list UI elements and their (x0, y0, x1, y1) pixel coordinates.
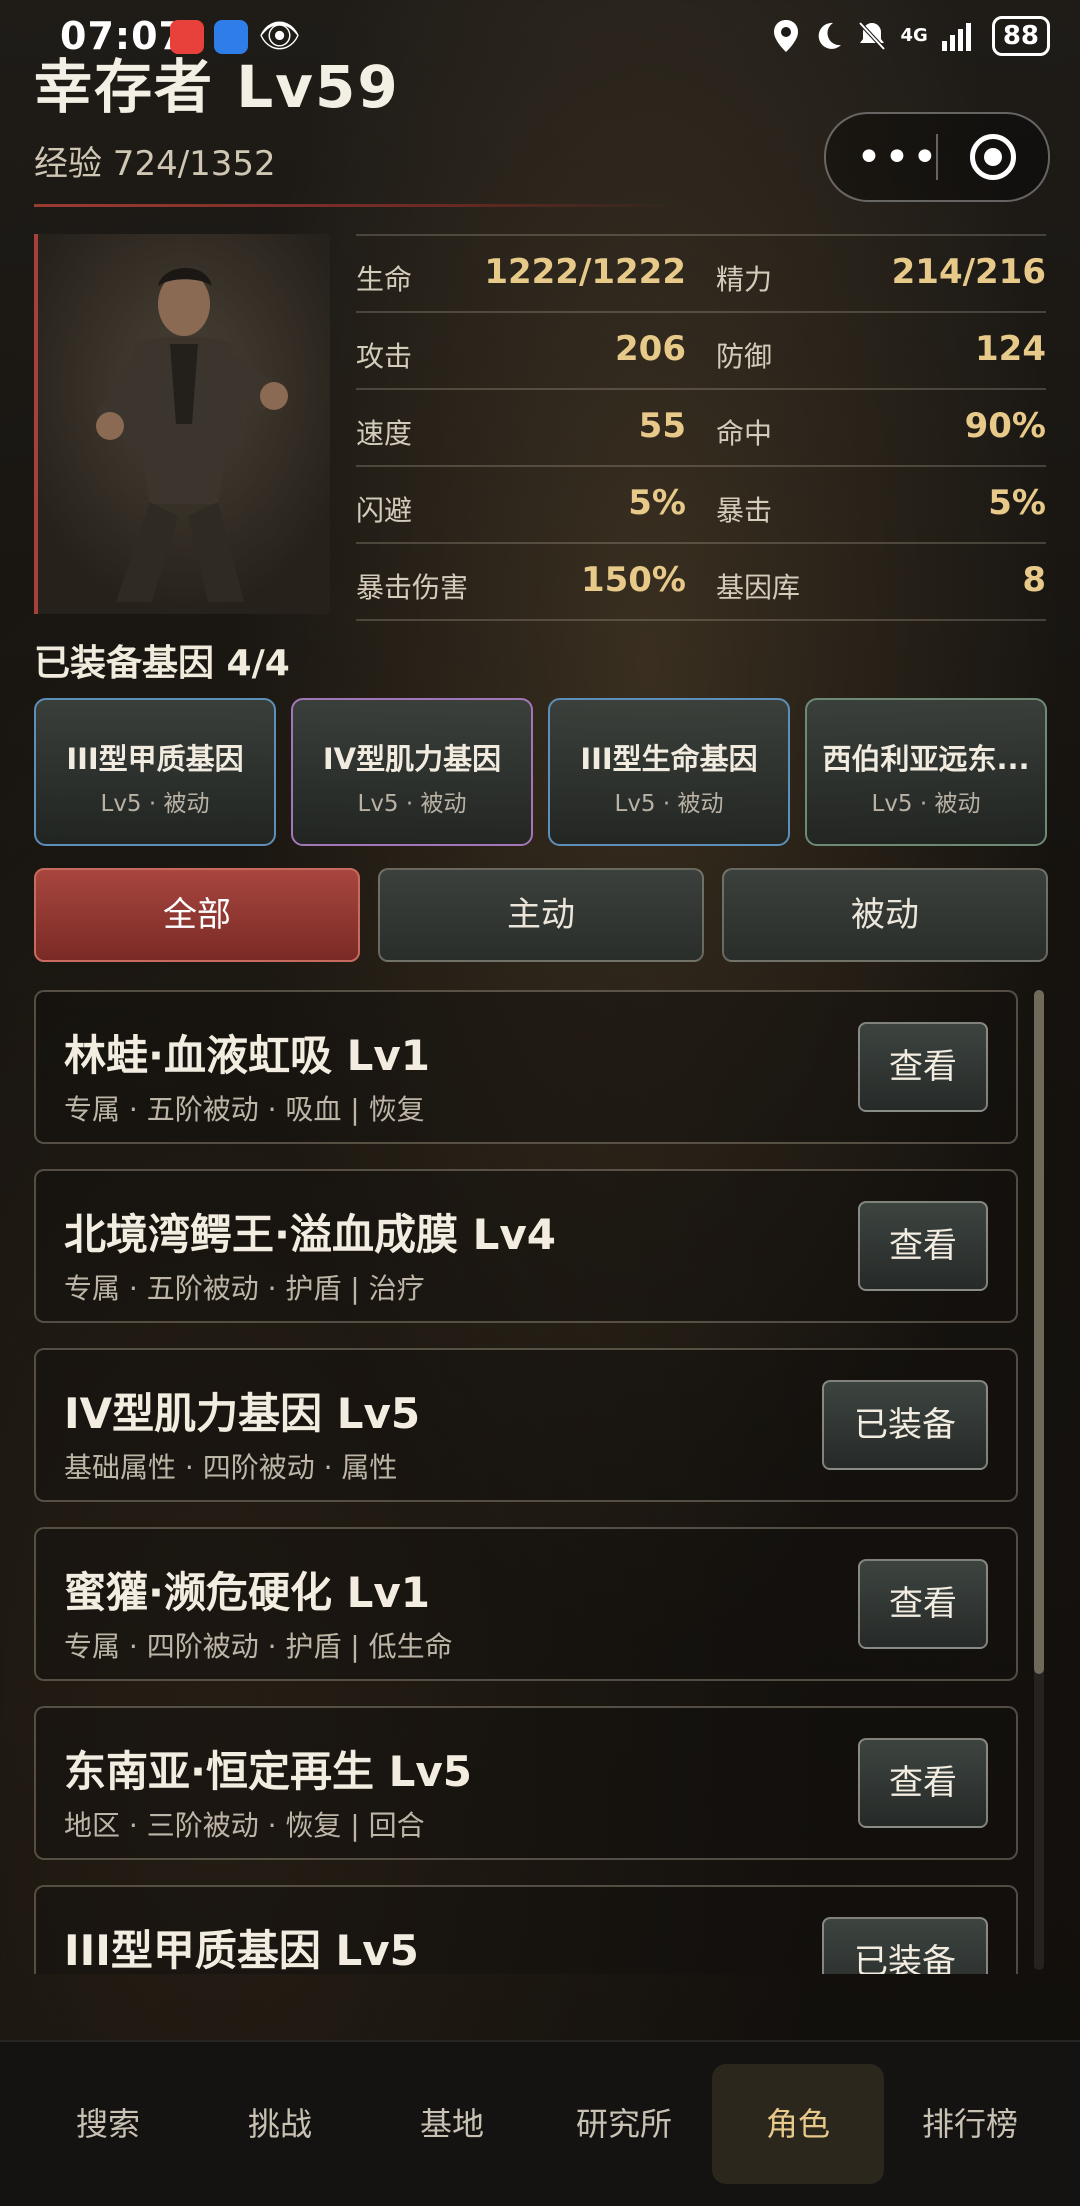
equipped-button[interactable]: 已装备 (822, 1917, 988, 1974)
stat-value: 55 (638, 406, 686, 446)
stat-label: 暴击 (716, 494, 773, 527)
header-divider (34, 204, 684, 207)
tab-passive[interactable]: 被动 (722, 868, 1048, 962)
stat-label: 命中 (716, 417, 773, 450)
location-icon (773, 20, 798, 52)
network-label: 4G (900, 25, 928, 46)
gene-level: Lv5 · 被动 (614, 791, 724, 817)
gene-item-name: 北境湾鳄王·溢血成膜 Lv4 (64, 1210, 556, 1259)
stat-label: 生命 (356, 263, 413, 296)
gene-item-name: IV型肌力基因 Lv5 (64, 1389, 421, 1438)
stat-row: 闪避 5% 暴击 5% (356, 465, 1046, 542)
equipped-gene-card[interactable]: III型甲质基因 Lv5 · 被动 (34, 698, 276, 846)
stat-label: 精力 (716, 263, 773, 296)
stat-value: 150% (580, 560, 686, 600)
stat-value: 206 (615, 329, 686, 369)
gene-item-desc: 专属 · 四阶被动 · 护盾 | 低生命 (64, 1630, 453, 1663)
tab-active[interactable]: 主动 (378, 868, 704, 962)
signal-icon (941, 23, 971, 51)
equipped-gene-card[interactable]: 西伯利亚远东... Lv5 · 被动 (805, 698, 1047, 846)
stat-label: 基因库 (716, 571, 801, 604)
capsule-divider (936, 134, 938, 180)
stat-row: 速度 55 命中 90% (356, 388, 1046, 465)
battery-icon: 88 (991, 16, 1050, 56)
equipped-gene-card[interactable]: IV型肌力基因 Lv5 · 被动 (291, 698, 533, 846)
nav-search[interactable]: 搜索 (22, 2064, 194, 2184)
gene-item-desc: 地区 · 三阶被动 · 恢复 | 回合 (64, 1809, 425, 1842)
stat-label: 防御 (716, 340, 773, 373)
bell-off-icon (858, 21, 885, 51)
gene-list-item: IV型肌力基因 Lv5 基础属性 · 四阶被动 · 属性 已装备 (34, 1348, 1018, 1502)
stat-value: 1222/1222 (484, 252, 686, 292)
status-icons: 4G 88 (773, 16, 1050, 56)
close-target-icon[interactable] (970, 134, 1016, 180)
gene-item-name: 蜜獾·濒危硬化 Lv1 (64, 1568, 430, 1617)
gene-name: IV型肌力基因 (322, 742, 502, 776)
character-title: 幸存者 Lv59 (34, 53, 400, 121)
equipped-button[interactable]: 已装备 (822, 1380, 988, 1470)
nav-character[interactable]: 角色 (712, 2064, 884, 2184)
gene-item-name: 东南亚·恒定再生 Lv5 (64, 1747, 472, 1796)
character-portrait (34, 234, 330, 614)
gene-list-item: III型甲质基因 Lv5 已装备 (34, 1885, 1018, 1974)
view-button[interactable]: 查看 (858, 1022, 988, 1112)
tab-all[interactable]: 全部 (34, 868, 360, 962)
gene-name: 西伯利亚远东... (822, 742, 1030, 776)
gene-list-item: 北境湾鳄王·溢血成膜 Lv4 专属 · 五阶被动 · 护盾 | 治疗 查看 (34, 1169, 1018, 1323)
view-button[interactable]: 查看 (858, 1559, 988, 1649)
stat-label: 速度 (356, 417, 413, 450)
stat-label: 闪避 (356, 494, 413, 527)
stat-row: 暴击伤害 150% 基因库 8 (356, 542, 1046, 621)
nav-base[interactable]: 基地 (366, 2064, 538, 2184)
stat-value: 124 (975, 329, 1046, 369)
equipped-gene-card[interactable]: III型生命基因 Lv5 · 被动 (548, 698, 790, 846)
stat-label: 暴击伤害 (356, 571, 469, 604)
gene-level: Lv5 · 被动 (357, 791, 467, 817)
experience-text: 经验 724/1352 (34, 144, 276, 184)
list-scrollbar[interactable] (1034, 990, 1044, 1970)
stat-value: 8 (1022, 560, 1046, 600)
gene-item-name: 林蛙·血液虹吸 Lv1 (64, 1031, 430, 1080)
gene-name: III型生命基因 (580, 742, 758, 776)
moon-icon (818, 22, 841, 49)
gene-list[interactable]: 林蛙·血液虹吸 Lv1 专属 · 五阶被动 · 吸血 | 恢复 查看 北境湾鳄王… (34, 990, 1018, 1974)
gene-list-item: 蜜獾·濒危硬化 Lv1 专属 · 四阶被动 · 护盾 | 低生命 查看 (34, 1527, 1018, 1681)
gene-item-desc: 专属 · 五阶被动 · 吸血 | 恢复 (64, 1093, 425, 1126)
stat-row: 生命 1222/1222 精力 214/216 (356, 234, 1046, 311)
view-button[interactable]: 查看 (858, 1201, 988, 1291)
gene-item-name: III型甲质基因 Lv5 (64, 1926, 419, 1974)
stat-value: 5% (988, 483, 1046, 523)
gene-item-desc: 专属 · 五阶被动 · 护盾 | 治疗 (64, 1272, 425, 1305)
nav-leaderboard[interactable]: 排行榜 (884, 2064, 1056, 2184)
gene-list-item: 林蛙·血液虹吸 Lv1 专属 · 五阶被动 · 吸血 | 恢复 查看 (34, 990, 1018, 1144)
stat-value: 90% (964, 406, 1046, 446)
nav-institute[interactable]: 研究所 (538, 2064, 710, 2184)
gene-name: III型甲质基因 (66, 742, 244, 776)
gene-level: Lv5 · 被动 (100, 791, 210, 817)
stat-value: 5% (628, 483, 686, 523)
gene-item-desc: 基础属性 · 四阶被动 · 属性 (64, 1451, 398, 1484)
stat-label: 攻击 (356, 340, 413, 373)
stats-table: 生命 1222/1222 精力 214/216 攻击 206 防御 124 速度… (356, 234, 1046, 621)
survivor-figure (38, 234, 330, 614)
view-button[interactable]: 查看 (858, 1738, 988, 1828)
stat-row: 攻击 206 防御 124 (356, 311, 1046, 388)
gene-list-item: 东南亚·恒定再生 Lv5 地区 · 三阶被动 · 恢复 | 回合 查看 (34, 1706, 1018, 1860)
equipped-genes-title: 已装备基因 4/4 (34, 643, 290, 684)
scrollbar-thumb[interactable] (1034, 990, 1044, 1674)
mini-program-capsule: ••• (824, 112, 1050, 202)
gene-level: Lv5 · 被动 (871, 791, 981, 817)
nav-challenge[interactable]: 挑战 (194, 2064, 366, 2184)
stat-value: 214/216 (891, 252, 1046, 292)
more-icon[interactable]: ••• (856, 132, 940, 183)
bottom-nav: 搜索 挑战 基地 研究所 角色 排行榜 (0, 2040, 1080, 2206)
